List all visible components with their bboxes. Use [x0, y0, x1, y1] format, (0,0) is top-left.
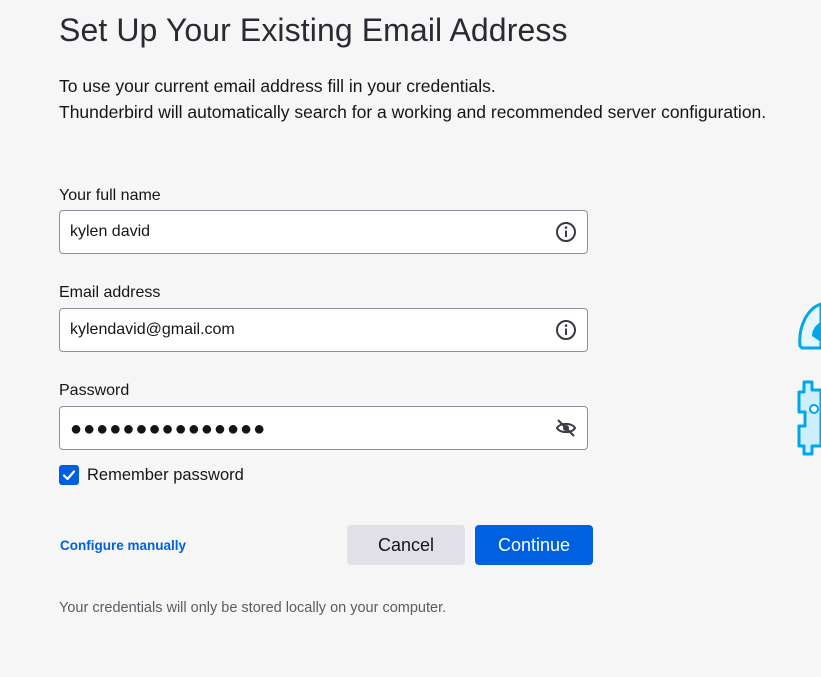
- full-name-field[interactable]: [59, 210, 588, 254]
- info-icon[interactable]: [555, 319, 577, 341]
- remember-password-row[interactable]: Remember password: [59, 464, 244, 486]
- email-field[interactable]: [59, 308, 588, 352]
- full-name-label: Your full name: [59, 187, 161, 204]
- continue-button[interactable]: Continue: [475, 525, 593, 565]
- remember-password-label: Remember password: [87, 465, 244, 484]
- full-name-input[interactable]: [70, 211, 540, 253]
- password-field[interactable]: ●●●●●●●●●●●●●●●: [59, 406, 588, 450]
- eye-slash-icon[interactable]: [555, 417, 577, 439]
- cancel-button[interactable]: Cancel: [347, 525, 465, 565]
- intro-text: To use your current email address fill i…: [59, 73, 766, 125]
- page-title: Set Up Your Existing Email Address: [59, 12, 568, 48]
- password-label: Password: [59, 382, 130, 399]
- password-input[interactable]: ●●●●●●●●●●●●●●●: [70, 407, 266, 449]
- setup-illustration: [797, 302, 821, 456]
- intro-line-2: Thunderbird will automatically search fo…: [59, 102, 767, 122]
- configure-manually-link[interactable]: Configure manually: [60, 538, 186, 553]
- remember-password-checkbox[interactable]: [59, 465, 79, 485]
- credentials-note: Your credentials will only be stored loc…: [59, 600, 447, 616]
- email-input[interactable]: [70, 309, 540, 351]
- info-icon[interactable]: [555, 221, 577, 243]
- email-label: Email address: [59, 284, 161, 301]
- account-setup-page: Set Up Your Existing Email Address To us…: [0, 0, 821, 677]
- intro-line-1: To use your current email address fill i…: [59, 76, 496, 96]
- checkmark-icon: [62, 470, 76, 481]
